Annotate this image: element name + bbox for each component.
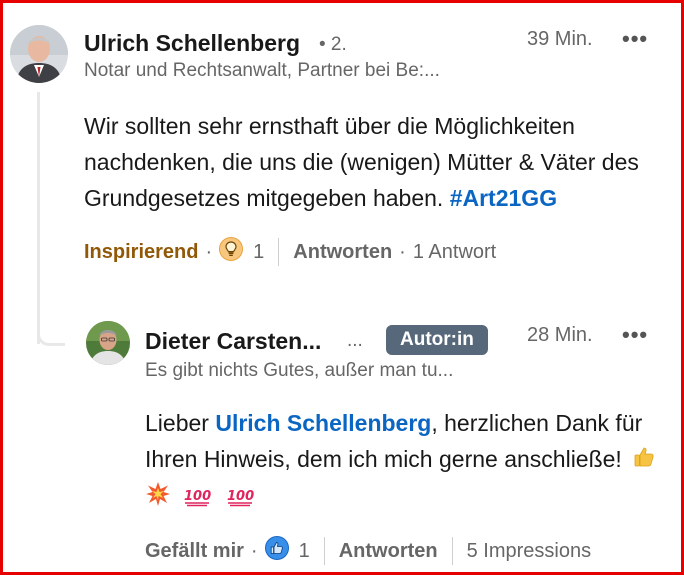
impressions-count[interactable]: 5 Impressions bbox=[467, 540, 592, 563]
comment-more-button[interactable]: ••• bbox=[622, 26, 648, 52]
like-button[interactable]: Gefällt mir bbox=[145, 540, 244, 563]
like-icon bbox=[264, 536, 289, 566]
reply-author-headline[interactable]: Es gibt nichts Gutes, außer man tu... bbox=[145, 360, 453, 382]
separator-dot: · bbox=[399, 240, 406, 263]
reply-text-prefix: Lieber bbox=[145, 410, 216, 436]
mention-link[interactable]: Ulrich Schellenberg bbox=[215, 410, 431, 436]
thumbs-up-icon bbox=[632, 443, 656, 479]
avatar[interactable] bbox=[86, 321, 130, 365]
comment-text: Wir sollten sehr ernsthaft über die Mögl… bbox=[84, 108, 674, 216]
avatar[interactable] bbox=[10, 25, 68, 83]
hundred-points-icon: 100 bbox=[183, 481, 213, 517]
separator-dot: · bbox=[205, 240, 213, 263]
connection-degree: • 2. bbox=[319, 34, 347, 55]
thread-connector bbox=[37, 320, 65, 346]
author-badge: Autor:in bbox=[386, 325, 488, 355]
divider bbox=[451, 537, 453, 565]
reply-more-button[interactable]: ••• bbox=[622, 322, 648, 348]
separator-dot: · bbox=[250, 539, 258, 562]
svg-text:100: 100 bbox=[184, 489, 211, 504]
lightbulb-icon bbox=[219, 237, 244, 267]
collision-icon bbox=[145, 481, 171, 517]
reply-text: Lieber Ulrich Schellenberg, herzlichen D… bbox=[145, 405, 665, 517]
reaction-count[interactable]: 1 bbox=[253, 241, 264, 264]
comment-author-headline[interactable]: Notar und Rechtsanwalt, Partner bei Be:.… bbox=[84, 60, 440, 82]
reply-actions: Gefällt mir · 1 Antworten 5 Impressions bbox=[145, 535, 591, 567]
hundred-points-icon: 100 bbox=[226, 481, 256, 517]
hashtag-link[interactable]: #Art21GG bbox=[450, 185, 557, 211]
divider bbox=[323, 537, 325, 565]
comment-actions: Inspirierend · 1 Antworten · 1 Antwort bbox=[84, 236, 496, 268]
divider bbox=[278, 238, 280, 266]
comment-author-name[interactable]: Ulrich Schellenberg bbox=[84, 30, 300, 57]
reply-button[interactable]: Antworten bbox=[293, 241, 392, 264]
svg-text:100: 100 bbox=[227, 489, 254, 504]
reaction-button[interactable]: Inspirierend bbox=[84, 241, 198, 264]
reply-button[interactable]: Antworten bbox=[339, 540, 438, 563]
thread-line bbox=[37, 92, 40, 344]
comment-time: 39 Min. bbox=[527, 28, 593, 50]
reply-name-ellipsis: ... bbox=[347, 330, 363, 351]
reply-time: 28 Min. bbox=[527, 324, 593, 346]
like-count[interactable]: 1 bbox=[299, 540, 310, 563]
reply-count[interactable]: 1 Antwort bbox=[413, 241, 496, 264]
reply-author-name[interactable]: Dieter Carsten... bbox=[145, 328, 321, 355]
